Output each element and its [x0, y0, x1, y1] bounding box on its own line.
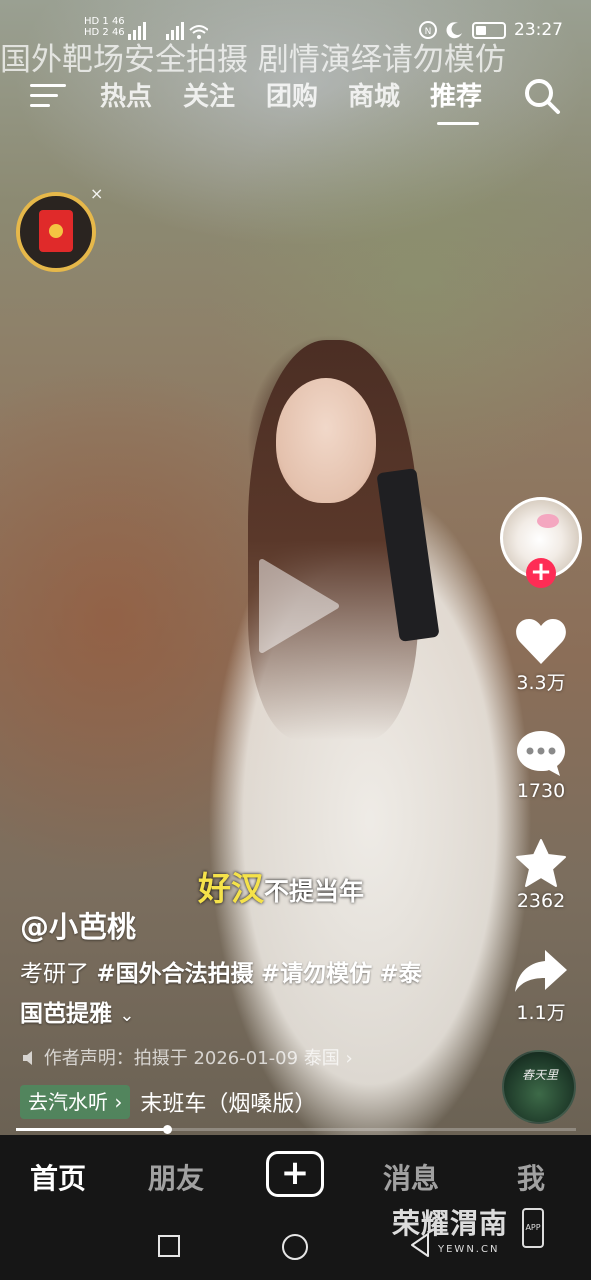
- video-subtitle: 好汉不提当年: [198, 862, 364, 910]
- like-count: 3.3万: [516, 672, 566, 694]
- hashtag[interactable]: #国外合法拍摄: [96, 961, 253, 987]
- music-disc[interactable]: 春天里: [502, 1050, 576, 1124]
- subtitle-highlight: 好汉: [198, 869, 264, 908]
- avatar-bow-decoration: [537, 514, 559, 528]
- comment-count: 1730: [516, 780, 566, 802]
- favorite-button[interactable]: 2362: [506, 838, 576, 912]
- comment-icon: [517, 731, 565, 776]
- share-arrow-icon: [515, 950, 567, 992]
- subtitle-rest: 不提当年: [264, 877, 365, 906]
- recent-apps-icon[interactable]: [158, 1235, 180, 1257]
- tab-recommend[interactable]: 推荐: [430, 76, 482, 113]
- watermark-brand: 荣耀渭南: [392, 1207, 509, 1240]
- screen: HD 1 46 HD 2 46 N 23:27 国外靶场安全拍摄 剧情演绎请勿模…: [0, 0, 591, 1280]
- follow-button[interactable]: +: [526, 558, 556, 588]
- expand-chevron-icon[interactable]: ⌄: [119, 1005, 134, 1026]
- red-packet-close-button[interactable]: ×: [90, 184, 103, 203]
- tab-home[interactable]: 首页: [30, 1157, 86, 1197]
- listen-in-soda-chip[interactable]: 去汽水听 ›: [20, 1085, 131, 1119]
- music-row[interactable]: 去汽水听 › 末班车（烟嗓版）: [20, 1085, 316, 1119]
- tab-messages[interactable]: 消息: [383, 1157, 439, 1197]
- progress-fill: [16, 1128, 168, 1131]
- tab-group-buy[interactable]: 团购: [266, 76, 318, 113]
- active-tab-indicator: [437, 122, 479, 125]
- author-declaration[interactable]: 作者声明：拍摄于 2026-01-09 泰国 ›: [22, 1044, 353, 1070]
- status-time: 23:27: [514, 20, 563, 40]
- sim1-label: HD 1 46: [84, 16, 125, 27]
- share-button[interactable]: 1.1万: [506, 946, 576, 1025]
- play-icon[interactable]: [252, 556, 342, 656]
- favorite-count: 2362: [516, 890, 566, 912]
- video-progress-bar[interactable]: [16, 1125, 576, 1134]
- create-button[interactable]: +: [266, 1151, 324, 1197]
- desc-text: 考研了: [20, 961, 97, 987]
- music-disc-label: 春天里: [522, 1068, 559, 1082]
- tab-hot[interactable]: 热点: [100, 76, 152, 113]
- author-username[interactable]: @小芭桃: [20, 904, 136, 946]
- svg-text:N: N: [425, 27, 432, 37]
- red-packet-widget[interactable]: [16, 192, 96, 272]
- like-button[interactable]: 3.3万: [506, 616, 576, 695]
- menu-icon[interactable]: [30, 80, 70, 110]
- tab-following[interactable]: 关注: [183, 76, 235, 113]
- nfc-icon: N: [419, 21, 437, 39]
- top-nav: 热点 关注 团购 商城 推荐: [0, 72, 591, 128]
- tab-me[interactable]: 我: [517, 1157, 545, 1197]
- battery-icon: [472, 21, 506, 39]
- video-person-face: [276, 378, 376, 503]
- site-watermark: 荣耀渭南 YEWN.CN APP: [392, 1202, 544, 1255]
- tab-mall[interactable]: 商城: [348, 76, 400, 113]
- search-icon[interactable]: [522, 76, 562, 116]
- status-right: N 23:27: [418, 20, 563, 40]
- music-name[interactable]: 末班车（烟嗓版）: [140, 1086, 316, 1118]
- hashtag[interactable]: #请勿模仿: [261, 961, 372, 987]
- moon-icon: [446, 22, 462, 39]
- share-count: 1.1万: [516, 1002, 566, 1024]
- sim2-label: HD 2 46: [84, 27, 125, 38]
- heart-icon: [516, 619, 566, 664]
- comment-button[interactable]: 1730: [506, 728, 576, 802]
- watermark-url: YEWN.CN: [438, 1244, 500, 1255]
- red-envelope-icon: [39, 210, 73, 252]
- tab-friends[interactable]: 朋友: [148, 1157, 204, 1197]
- home-icon[interactable]: [282, 1234, 308, 1260]
- post-description[interactable]: 考研了 #国外合法拍摄 #请勿模仿 #泰国芭提雅 ⌄: [20, 954, 440, 1036]
- star-icon: [516, 839, 566, 887]
- declaration-text: 作者声明：拍摄于 2026-01-09 泰国 ›: [43, 1048, 353, 1069]
- watermark-app-badge: APP: [522, 1208, 544, 1248]
- status-sim-info: HD 1 46 HD 2 46: [84, 16, 125, 38]
- speaker-icon: [23, 1051, 32, 1065]
